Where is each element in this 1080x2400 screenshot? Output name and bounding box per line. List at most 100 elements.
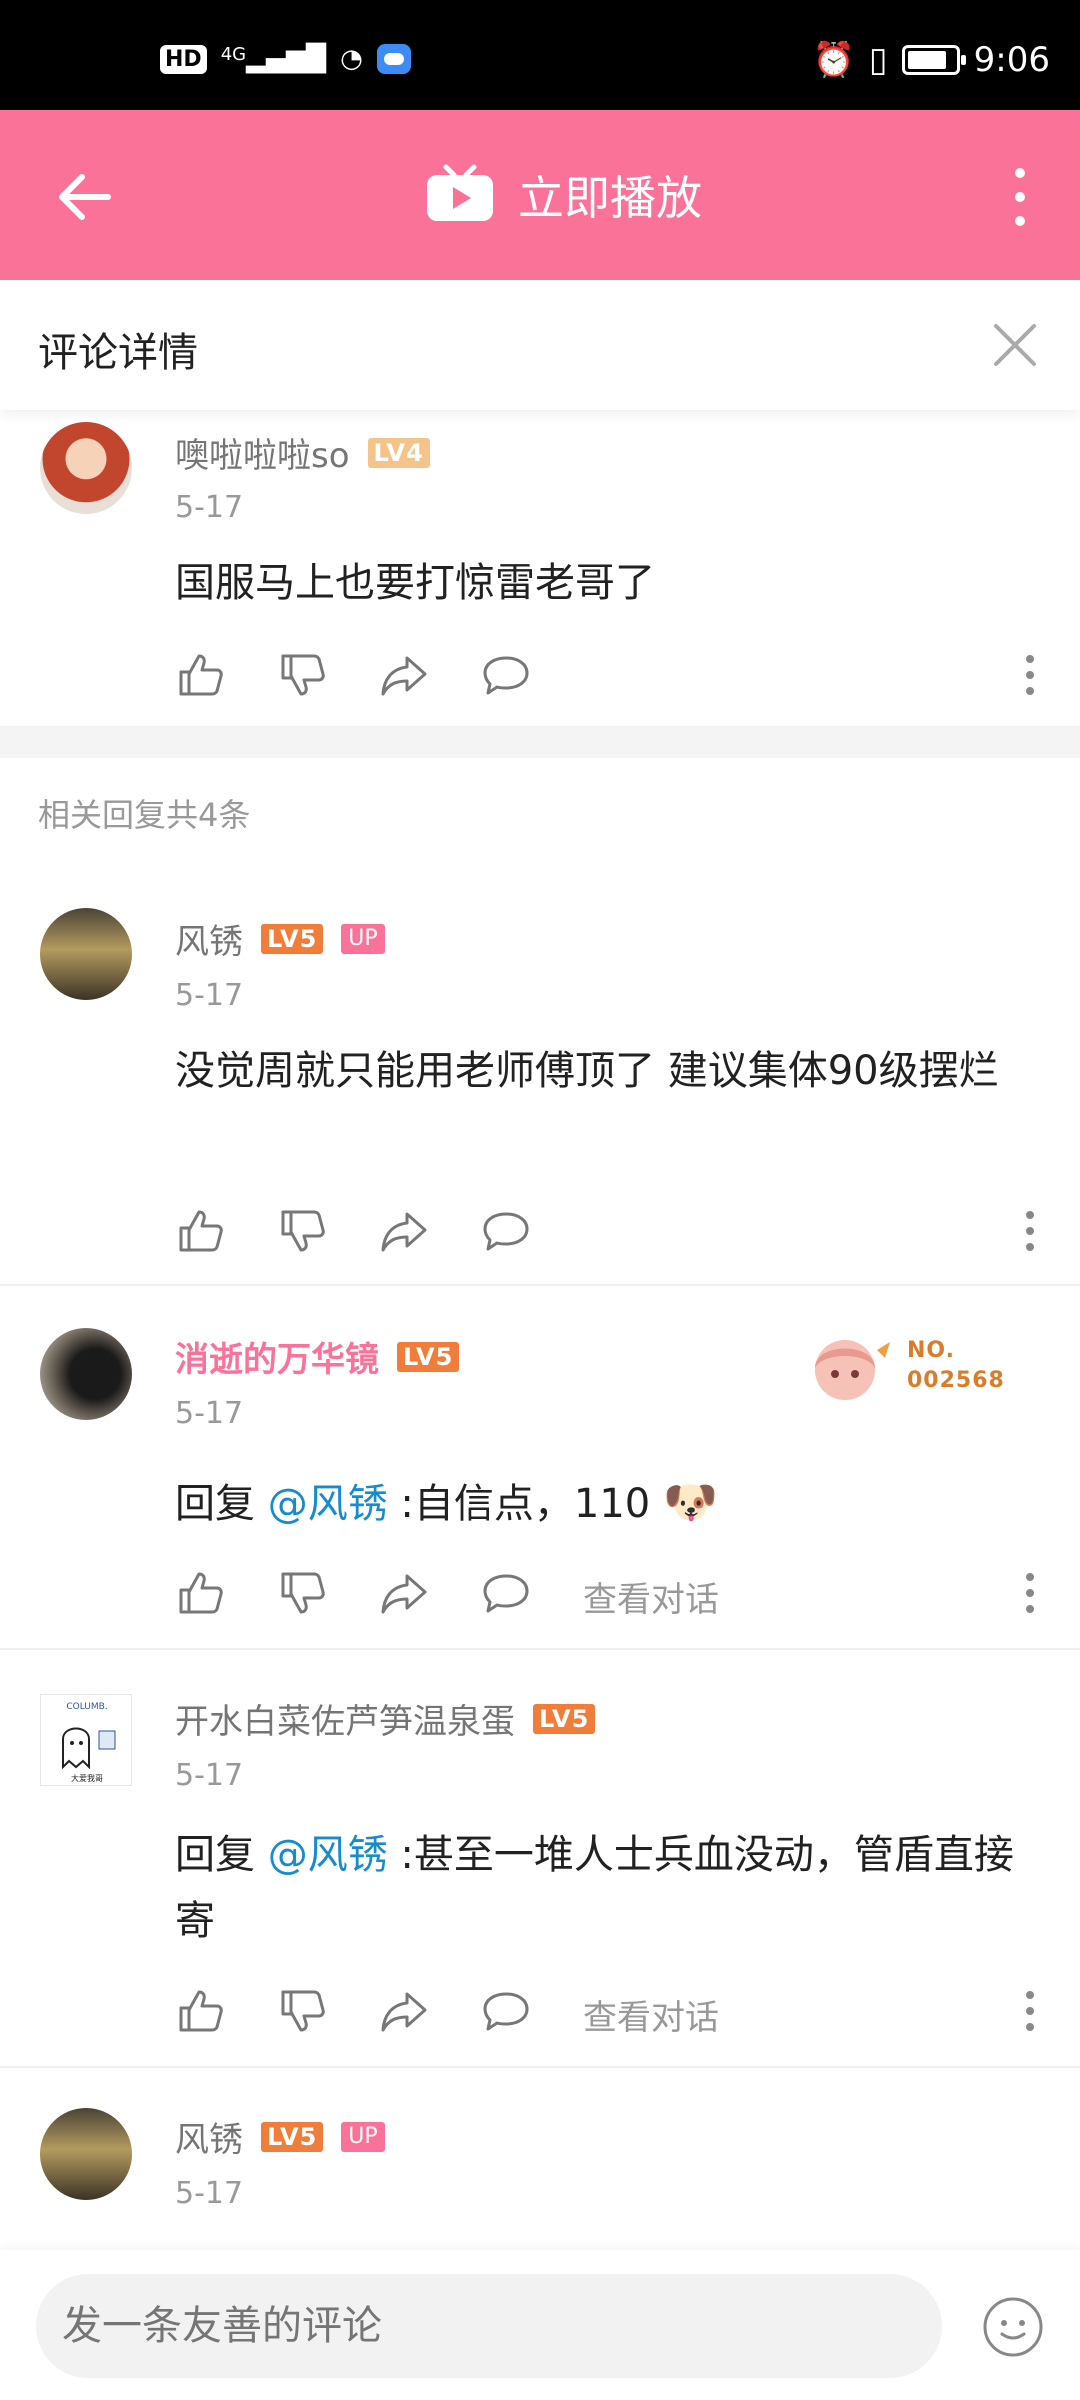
play-now-button[interactable]: 立即播放	[424, 162, 702, 228]
comment-text[interactable]: 国服马上也要打惊雷老哥了	[175, 550, 1035, 616]
comment-text[interactable]: 回复 @风锈 :自信点，110 🐶	[175, 1470, 1035, 1537]
share-icon	[381, 1992, 427, 2032]
level-badge: LV5	[261, 923, 324, 954]
username-row: 风锈 LV5 UP	[175, 914, 385, 963]
svg-text:大爱我哥: 大爱我哥	[71, 1773, 103, 1783]
mention-link[interactable]: @风锈	[268, 1481, 388, 1527]
dislike-button[interactable]	[277, 1986, 327, 2036]
username[interactable]: 风锈	[175, 914, 243, 963]
level-badge: LV5	[261, 2121, 324, 2152]
back-arrow-icon	[59, 174, 111, 220]
fan-no-label: NO.	[907, 1338, 955, 1363]
like-button[interactable]	[175, 650, 225, 700]
comment-input[interactable]	[36, 2274, 942, 2378]
divider	[0, 1648, 1080, 1650]
dislike-button[interactable]	[277, 1206, 327, 1256]
view-conversation-link[interactable]: 查看对话	[583, 1572, 719, 1621]
thumbs-down-icon	[281, 1990, 325, 2032]
thumbs-up-icon	[179, 1990, 223, 2032]
page-title: 评论详情	[38, 330, 198, 376]
status-right: ⏰ ▯ 9:06	[813, 40, 1050, 80]
section-divider	[0, 726, 1080, 758]
svg-text:COLUMB.: COLUMB.	[66, 1702, 107, 1712]
level-badge: LV5	[397, 1341, 460, 1372]
dislike-button[interactable]	[277, 650, 327, 700]
related-replies-count: 相关回复共4条	[38, 796, 251, 834]
comment-date: 5-17	[175, 1396, 244, 1431]
up-badge: UP	[341, 2121, 385, 2152]
thumbs-down-icon	[281, 1572, 325, 1614]
reply-button[interactable]	[481, 1568, 531, 1618]
share-button[interactable]	[379, 1568, 429, 1618]
emoji-icon[interactable]	[982, 2296, 1044, 2358]
reply-button[interactable]	[481, 650, 531, 700]
reply-button[interactable]	[481, 1986, 531, 2036]
comment-actions	[175, 650, 1045, 710]
reply-button[interactable]	[481, 1206, 531, 1256]
thumbs-up-icon	[179, 1210, 223, 1252]
avatar[interactable]	[40, 908, 132, 1000]
close-icon[interactable]	[990, 320, 1040, 370]
avatar[interactable]	[40, 2108, 132, 2200]
avatar[interactable]	[40, 422, 132, 514]
username[interactable]: 风锈	[175, 2112, 243, 2161]
comment-actions: 查看对话	[175, 1986, 1045, 2046]
clock: 9:06	[973, 40, 1050, 80]
app-header: 立即播放	[0, 110, 1080, 280]
comment-actions: 查看对话	[175, 1568, 1045, 1628]
share-button[interactable]	[379, 1986, 429, 2036]
comment-date: 5-17	[175, 1758, 244, 1793]
ghost-avatar-icon: COLUMB. 大爱我哥	[51, 1702, 123, 1783]
wifi-icon: ◔	[340, 44, 363, 74]
fan-number: NO. 002568	[907, 1336, 1005, 1396]
vibrate-icon: ▯	[868, 40, 888, 80]
username[interactable]: 消逝的万华镜	[175, 1332, 379, 1381]
mention-link[interactable]: @风锈	[268, 1832, 388, 1878]
doge-emoji-icon: 🐶	[662, 1477, 718, 1528]
share-icon	[381, 1212, 427, 1252]
signal-icon: 4G▂▄▆█	[220, 44, 327, 74]
more-vert-icon[interactable]	[1015, 1568, 1045, 1618]
fan-medal-badge[interactable]: NO. 002568	[795, 1322, 1015, 1412]
like-button[interactable]	[175, 1568, 225, 1618]
network-label: 4G	[220, 44, 247, 65]
alarm-icon: ⏰	[812, 40, 855, 80]
dislike-button[interactable]	[277, 1568, 327, 1618]
battery-icon	[901, 45, 966, 75]
reply-body: :自信点，110	[387, 1481, 651, 1527]
like-button[interactable]	[175, 1986, 225, 2036]
like-button[interactable]	[175, 1206, 225, 1256]
thumbs-up-icon	[179, 1572, 223, 1614]
level-badge: LV5	[533, 1703, 596, 1734]
more-vert-icon[interactable]	[1015, 1986, 1045, 2036]
view-conversation-link[interactable]: 查看对话	[583, 1990, 719, 2039]
avatar[interactable]	[40, 1328, 132, 1420]
comment-date: 5-17	[175, 978, 244, 1013]
thumbs-up-icon	[179, 654, 223, 696]
more-vert-icon[interactable]	[1015, 650, 1045, 700]
back-button[interactable]	[50, 162, 120, 232]
anime-girl-icon	[815, 1340, 890, 1400]
comment-text[interactable]: 回复 @风锈 :甚至一堆人士兵血没动，管盾直接寄	[175, 1822, 1035, 1954]
reply-prefix: 回复	[175, 1832, 268, 1878]
username[interactable]: 噢啦啦啦so	[175, 428, 350, 477]
thumbs-down-icon	[281, 654, 325, 696]
comment-text[interactable]: 没觉周就只能用老师傅顶了 建议集体90级摆烂	[175, 1038, 1035, 1104]
comment-input-bar	[0, 2250, 1080, 2400]
chat-bubble-icon	[483, 1212, 529, 1251]
username[interactable]: 开水白菜佐芦笋温泉蛋	[175, 1694, 515, 1743]
tv-icon	[427, 164, 493, 221]
username-row: 噢啦啦啦so LV4	[175, 428, 430, 477]
more-vert-icon[interactable]	[1000, 165, 1040, 229]
up-badge: UP	[341, 923, 385, 954]
avatar[interactable]: COLUMB. 大爱我哥	[40, 1694, 132, 1786]
fan-no-id: 002568	[907, 1368, 1005, 1393]
share-button[interactable]	[379, 650, 429, 700]
hd-icon: HD	[160, 44, 207, 74]
comment-date: 5-17	[175, 2176, 244, 2211]
comment-detail-header: 评论详情	[0, 280, 1080, 410]
chat-bubble-icon	[483, 1992, 529, 2031]
more-vert-icon[interactable]	[1015, 1206, 1045, 1256]
share-button[interactable]	[379, 1206, 429, 1256]
level-badge: LV4	[367, 437, 430, 468]
